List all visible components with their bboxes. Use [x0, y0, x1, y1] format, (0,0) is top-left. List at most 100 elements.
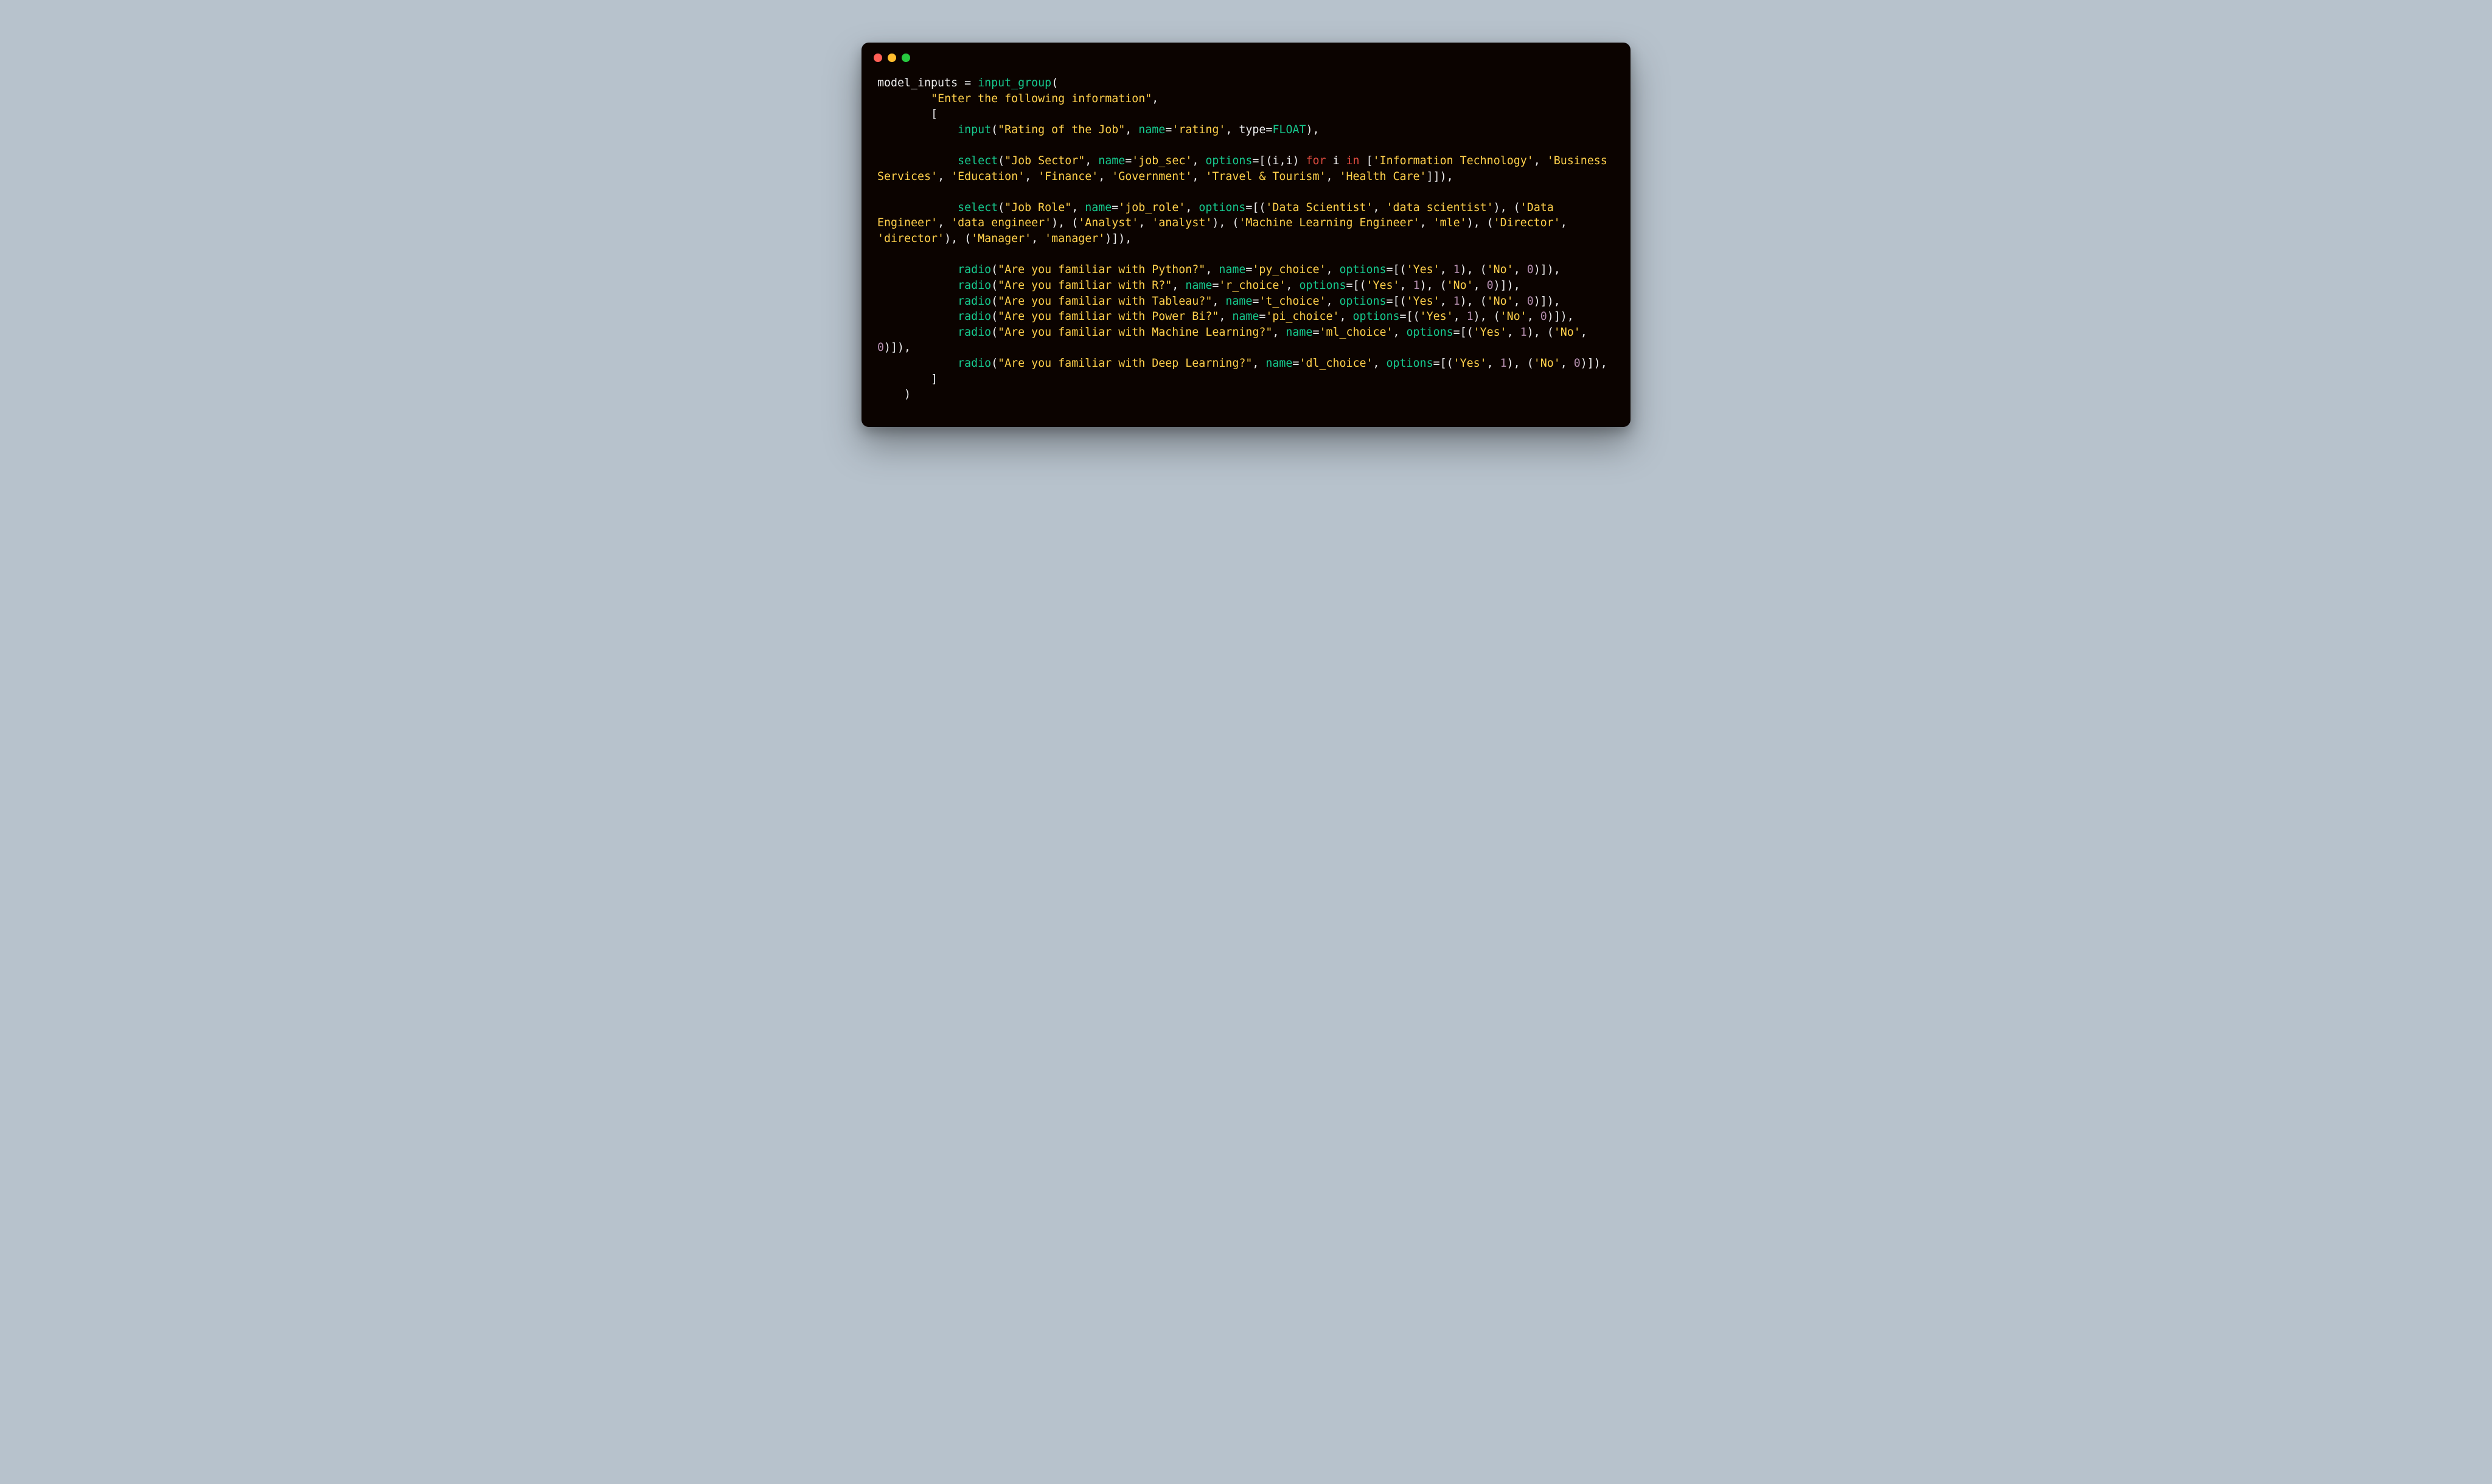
string: 'Yes' — [1407, 295, 1440, 308]
string: 'Finance' — [1038, 170, 1098, 183]
string: "Are you familiar with R?" — [998, 279, 1172, 292]
comma: , — [1373, 357, 1387, 370]
const-float: FLOAT — [1272, 123, 1306, 136]
comma: , — [1286, 279, 1299, 292]
string: "Are you familiar with Tableau?" — [998, 295, 1212, 308]
comma: , — [1212, 295, 1225, 308]
kwarg: options — [1205, 154, 1252, 167]
eq: = — [1212, 279, 1219, 292]
paren: ( — [991, 310, 998, 323]
paren-close: ) — [904, 388, 911, 401]
paren: ( — [991, 123, 998, 136]
number: 1 — [1520, 326, 1527, 339]
string: "Are you familiar with Machine Learning?… — [998, 326, 1272, 339]
string: 'Director' — [1494, 217, 1561, 229]
comma: , — [938, 170, 951, 183]
string: 'Machine Learning Engineer' — [1239, 217, 1419, 229]
sep: ), ( — [1467, 217, 1494, 229]
string: 'mle' — [1433, 217, 1467, 229]
kwarg: name — [1138, 123, 1165, 136]
paren: ( — [998, 201, 1004, 214]
indent — [877, 357, 958, 370]
fn-input: input — [958, 123, 991, 136]
zoom-icon[interactable] — [902, 54, 910, 62]
comma: , — [1192, 170, 1205, 183]
code-block: model_inputs = input_group( "Enter the f… — [877, 75, 1615, 403]
eq: = — [1252, 295, 1259, 308]
string: "Are you familiar with Python?" — [998, 263, 1205, 276]
comma: , — [1440, 263, 1453, 276]
fn-radio: radio — [958, 263, 991, 276]
comma: , — [1071, 201, 1085, 214]
indent — [877, 154, 958, 167]
string: 'No' — [1500, 310, 1527, 323]
string: 'director' — [877, 232, 944, 245]
eq: = — [1245, 263, 1252, 276]
indent — [877, 310, 958, 323]
number: 1 — [1413, 279, 1420, 292]
eq: = — [1112, 201, 1118, 214]
comma: , — [1272, 326, 1286, 339]
bracket: [( — [1252, 201, 1265, 214]
eq: = — [1292, 357, 1299, 370]
comma: , — [1474, 279, 1487, 292]
kwarg: options — [1387, 357, 1433, 370]
comma: , — [1138, 217, 1152, 229]
eq-bracket: =[( — [1433, 357, 1453, 370]
kw-for: for — [1306, 154, 1326, 167]
fn-radio: radio — [958, 357, 991, 370]
string: 'pi_choice' — [1265, 310, 1339, 323]
string: 'No' — [1487, 295, 1514, 308]
kwarg: name — [1225, 295, 1252, 308]
indent — [877, 92, 931, 105]
number: 1 — [1453, 295, 1460, 308]
string: 'data scientist' — [1387, 201, 1494, 214]
close: )]), — [1547, 310, 1574, 323]
comma: , — [1373, 201, 1387, 214]
code-window: model_inputs = input_group( "Enter the f… — [861, 43, 1631, 427]
kwarg: name — [1185, 279, 1212, 292]
var-i: i — [1326, 154, 1346, 167]
paren: ( — [1051, 77, 1058, 89]
eq-bracket: =[( — [1387, 263, 1407, 276]
kwarg: options — [1339, 263, 1386, 276]
comma: , — [1561, 357, 1574, 370]
indent — [877, 388, 904, 401]
tuple: (i,i) — [1265, 154, 1306, 167]
close-icon[interactable] — [874, 54, 882, 62]
fn-radio: radio — [958, 310, 991, 323]
number: 0 — [1527, 263, 1534, 276]
paren-close: ), — [1306, 123, 1319, 136]
string: 'Yes' — [1453, 357, 1487, 370]
string: 'No' — [1554, 326, 1581, 339]
string: "Job Sector" — [1004, 154, 1085, 167]
eq: = — [1265, 123, 1272, 136]
string: 'Data Scientist' — [1265, 201, 1373, 214]
string: 'No' — [1534, 357, 1561, 370]
paren: ( — [991, 263, 998, 276]
comma: , — [1514, 263, 1527, 276]
kwarg: options — [1339, 295, 1386, 308]
number: 0 — [1574, 357, 1581, 370]
comma: , — [1326, 263, 1339, 276]
kwarg: options — [1353, 310, 1400, 323]
close: ]), — [1112, 232, 1132, 245]
number: 0 — [1527, 295, 1534, 308]
indent — [877, 373, 931, 386]
comma: , — [1561, 217, 1574, 229]
string: "Enter the following information" — [931, 92, 1152, 105]
fn-input-group: input_group — [971, 77, 1051, 89]
sep: ), ( — [1460, 263, 1487, 276]
kwarg: name — [1085, 201, 1112, 214]
string: 'Yes' — [1474, 326, 1507, 339]
string: 'manager' — [1045, 232, 1105, 245]
string: "Rating of the Job" — [998, 123, 1125, 136]
sep: ), ( — [1507, 357, 1534, 370]
comma: , — [1393, 326, 1407, 339]
string: 'Manager' — [971, 232, 1031, 245]
comma: , — [1025, 170, 1038, 183]
comma: , — [1400, 279, 1413, 292]
comma: , — [1205, 263, 1219, 276]
fn-radio: radio — [958, 295, 991, 308]
minimize-icon[interactable] — [888, 54, 896, 62]
